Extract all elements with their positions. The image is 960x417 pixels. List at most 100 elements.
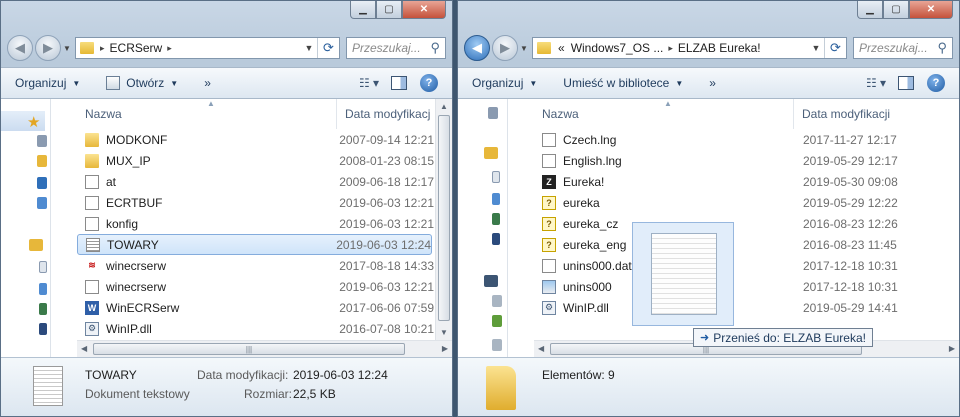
computer-icon[interactable] <box>484 275 498 287</box>
address-bar[interactable]: « Windows7_OS ... ▸ ELZAB Eureka! ▼ ⟳ <box>532 37 847 59</box>
scroll-down-icon[interactable]: ▼ <box>440 328 448 337</box>
column-header-date[interactable]: Data modyfikacji <box>794 107 890 121</box>
column-header-date[interactable]: Data modyfikacj <box>337 107 430 121</box>
view-options-icon[interactable]: ☷ ▾ <box>861 72 891 94</box>
windows-drive-icon[interactable] <box>492 315 502 327</box>
documents-icon[interactable] <box>39 261 47 273</box>
file-row[interactable]: MUX_IP 2008-01-23 08:15 <box>77 150 434 171</box>
file-row[interactable]: unins000.dat 2017-12-18 10:31 <box>534 255 941 276</box>
breadcrumb-ecrserw[interactable]: ECRSerw <box>110 41 163 55</box>
left-navigation-pane[interactable]: ★ <box>1 99 51 357</box>
search-input[interactable]: Przeszukaj... ⚲ <box>346 37 446 59</box>
right-navigation-pane[interactable] <box>458 99 508 357</box>
preview-pane-icon[interactable] <box>384 72 414 94</box>
recent-places-icon[interactable] <box>37 135 47 147</box>
file-row[interactable]: ? eureka_cz 2016-08-23 12:26 <box>534 213 941 234</box>
folder-icon[interactable] <box>37 155 47 167</box>
breadcrumb-separator-icon[interactable]: ▸ <box>167 43 172 54</box>
libraries-icon[interactable] <box>484 147 498 159</box>
file-row[interactable]: ? eureka 2019-05-29 12:22 <box>534 192 941 213</box>
recent-pages-dropdown[interactable]: ▼ <box>63 44 73 53</box>
vertical-scrollbar[interactable]: ▲ ▼ <box>435 99 452 340</box>
minimize-button[interactable]: ▁ <box>350 1 376 19</box>
breadcrumb-windows7-os[interactable]: Windows7_OS ... <box>571 41 664 55</box>
search-icon[interactable]: ⚲ <box>937 40 947 56</box>
organize-menu[interactable]: Organizuj ▼ <box>15 76 80 90</box>
file-row[interactable]: ⚙ WinIP.dll 2016-07-08 10:21 <box>77 318 434 339</box>
back-button[interactable]: ◀ <box>464 35 490 61</box>
videos-icon[interactable] <box>492 233 500 245</box>
scroll-left-icon[interactable]: ◀ <box>538 344 544 353</box>
right-caption-buttons: ▁ ▢ ✕ <box>857 1 953 19</box>
pictures-icon[interactable] <box>492 213 500 225</box>
vertical-scroll-thumb[interactable] <box>438 115 450 321</box>
drag-tooltip-text: Przenieś do: ELZAB Eureka! <box>713 330 866 345</box>
maximize-button[interactable]: ▢ <box>376 1 402 19</box>
breadcrumb-separator-icon[interactable]: ▸ <box>100 43 105 54</box>
scroll-right-icon[interactable]: ▶ <box>949 344 955 353</box>
address-bar[interactable]: ▸ ECRSerw ▸ ▼ ⟳ <box>75 37 340 59</box>
open-menu[interactable]: Otwórz ▼ <box>106 76 178 90</box>
desktop-icon[interactable] <box>37 177 47 189</box>
file-row[interactable]: TOWARY 2019-06-03 12:24 <box>77 234 432 255</box>
maximize-button[interactable]: ▢ <box>883 1 909 19</box>
address-dropdown-icon[interactable]: ▼ <box>808 43 824 53</box>
music-icon[interactable] <box>492 193 500 205</box>
file-row[interactable]: ECRTBUF 2019-06-03 12:21 <box>77 192 434 213</box>
file-row[interactable]: ≋ winecrserw 2017-08-18 14:33 <box>77 255 434 276</box>
horizontal-scrollbar[interactable]: ◀ ||| ▶ <box>77 340 452 357</box>
organize-menu[interactable]: Organizuj ▼ <box>472 76 537 90</box>
recent-places-icon[interactable] <box>488 107 498 119</box>
file-row[interactable]: unins000 2017-12-18 10:31 <box>534 276 941 297</box>
breadcrumb-overflow[interactable]: « <box>558 41 565 55</box>
forward-button[interactable]: ▶ <box>35 35 61 61</box>
videos-icon[interactable] <box>39 323 47 335</box>
help-button[interactable]: ? <box>414 72 444 94</box>
search-icon[interactable]: ⚲ <box>430 40 440 56</box>
minimize-button[interactable]: ▁ <box>857 1 883 19</box>
more-commands-button[interactable]: » <box>204 76 211 90</box>
file-row[interactable]: Z Eureka! 2019-05-30 09:08 <box>534 171 941 192</box>
file-row[interactable]: English.lng 2019-05-29 12:17 <box>534 150 941 171</box>
file-row[interactable]: konfig 2019-06-03 12:21 <box>77 213 434 234</box>
back-button[interactable]: ◀ <box>7 35 33 61</box>
file-row[interactable]: ? eureka_eng 2016-08-23 11:45 <box>534 234 941 255</box>
breadcrumb-separator-icon[interactable]: ▸ <box>668 43 673 54</box>
file-row[interactable]: MODKONF 2007-09-14 12:21 <box>77 129 434 150</box>
pictures-icon[interactable] <box>39 303 47 315</box>
documents-icon[interactable] <box>492 171 500 183</box>
refresh-icon[interactable]: ⟳ <box>317 38 339 58</box>
scroll-right-icon[interactable]: ▶ <box>442 344 448 353</box>
drive-icon[interactable] <box>492 339 502 351</box>
close-button[interactable]: ✕ <box>402 1 446 19</box>
file-row[interactable]: at 2009-06-18 12:17 <box>77 171 434 192</box>
music-icon[interactable] <box>39 283 47 295</box>
help-button[interactable]: ? <box>921 72 951 94</box>
column-header-name[interactable]: ▲ Nazwa <box>534 99 794 129</box>
file-row[interactable]: ⚙ WinIP.dll 2019-05-29 14:41 <box>534 297 941 318</box>
search-input[interactable]: Przeszukaj... ⚲ <box>853 37 953 59</box>
recent-pages-dropdown[interactable]: ▼ <box>520 44 530 53</box>
favorites-star-icon[interactable]: ★ <box>27 113 40 131</box>
drive-icon[interactable] <box>492 295 502 307</box>
refresh-icon[interactable]: ⟳ <box>824 38 846 58</box>
column-header-name[interactable]: ▲ Nazwa <box>77 99 337 129</box>
breadcrumb-elzab-eureka[interactable]: ELZAB Eureka! <box>678 41 761 55</box>
file-name: winecrserw <box>106 258 167 273</box>
horizontal-scroll-thumb[interactable]: ||| <box>93 343 405 355</box>
file-date-modified: 2016-07-08 10:21 <box>339 321 434 336</box>
close-button[interactable]: ✕ <box>909 1 953 19</box>
libraries-icon[interactable] <box>29 239 43 251</box>
file-row[interactable]: winecrserw 2019-06-03 12:21 <box>77 276 434 297</box>
view-options-icon[interactable]: ☷ ▾ <box>354 72 384 94</box>
more-commands-button[interactable]: » <box>709 76 716 90</box>
address-dropdown-icon[interactable]: ▼ <box>301 43 317 53</box>
file-row[interactable]: W WinECRSerw 2017-06-06 07:59 <box>77 297 434 318</box>
preview-pane-icon[interactable] <box>891 72 921 94</box>
forward-button[interactable]: ▶ <box>492 35 518 61</box>
network-icon[interactable] <box>37 197 47 209</box>
include-in-library-menu[interactable]: Umieść w bibliotece ▼ <box>563 76 683 90</box>
file-row[interactable]: Czech.lng 2017-11-27 12:17 <box>534 129 941 150</box>
scroll-up-icon[interactable]: ▲ <box>440 102 448 111</box>
scroll-left-icon[interactable]: ◀ <box>81 344 87 353</box>
